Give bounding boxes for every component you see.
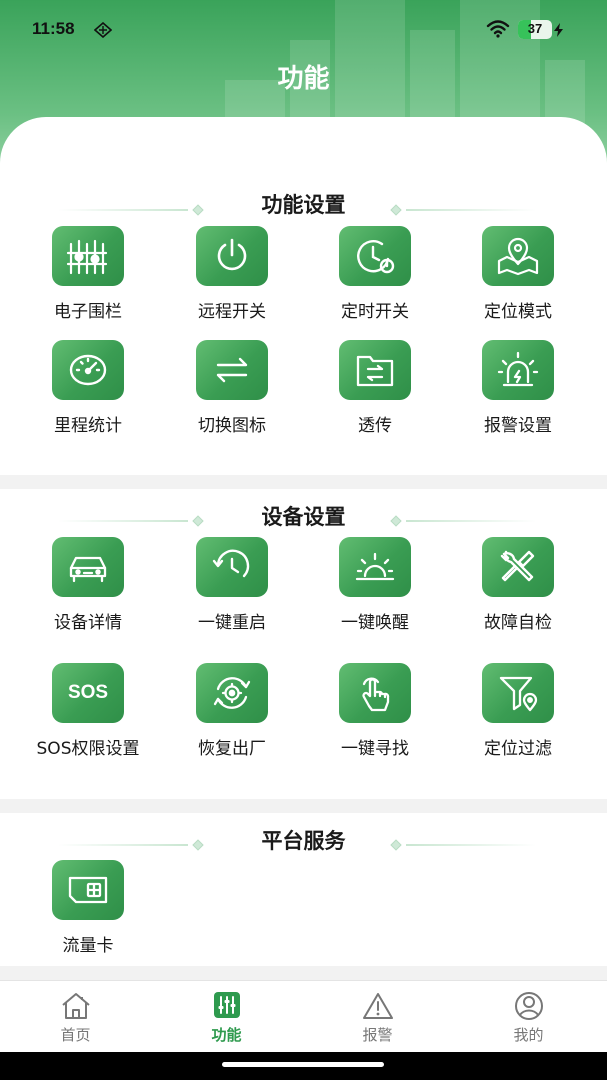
item-label: 电子围栏 [54, 302, 122, 322]
item-mileage-statistics[interactable]: 里程统计 [18, 340, 158, 450]
restart-clock-icon [196, 537, 268, 597]
item-label: 一键寻找 [341, 739, 409, 759]
status-time: 11:58 [32, 19, 75, 38]
filter-location-icon [482, 663, 554, 723]
power-icon [196, 226, 268, 286]
item-timer-switch[interactable]: 定时开关 [305, 226, 445, 336]
timer-power-icon [339, 226, 411, 286]
sos-text: SOS [67, 682, 109, 703]
item-label: 恢复出厂 [198, 739, 266, 759]
item-switch-icon[interactable]: 切换图标 [162, 340, 302, 450]
page-title: 功能 [277, 64, 330, 94]
home-indicator[interactable] [222, 1062, 384, 1067]
item-label: 定位模式 [484, 302, 552, 322]
tab-label: 首页 [60, 1026, 91, 1044]
item-label: 报警设置 [484, 416, 552, 436]
section-function-settings: 功能设置 电子围栏 远程开关 定时开关 定位模式 里程统计 切换图标 透传 报警… [0, 117, 607, 475]
item-label: 定位过滤 [484, 739, 552, 759]
folder-transfer-icon [339, 340, 411, 400]
profile-icon [515, 992, 543, 1020]
factory-reset-gear-icon [196, 663, 268, 723]
item-sos-permission[interactable]: SOS SOS权限设置 [18, 663, 158, 773]
item-one-key-restart[interactable]: 一键重启 [162, 537, 302, 647]
section-platform-service: 平台服务 流量卡 [0, 813, 607, 966]
finger-tap-icon [339, 663, 411, 723]
item-factory-reset[interactable]: 恢复出厂 [162, 663, 302, 773]
item-label: SOS权限设置 [36, 739, 140, 759]
item-label: 设备详情 [54, 613, 122, 633]
item-positioning-mode[interactable]: 定位模式 [448, 226, 588, 336]
location-grid-icon [94, 22, 112, 38]
speedometer-icon [52, 340, 124, 400]
sim-card-icon [52, 860, 124, 920]
car-icon [52, 537, 124, 597]
status-bar: 11:58 37 [0, 0, 607, 60]
divider-ornament-right [390, 839, 540, 851]
item-alarm-settings[interactable]: 报警设置 [448, 340, 588, 450]
function-sliders-icon [214, 992, 240, 1018]
sos-icon: SOS [52, 663, 124, 723]
home-indicator-area [0, 1052, 607, 1080]
wifi-icon [486, 20, 510, 38]
item-device-details[interactable]: 设备详情 [18, 537, 158, 647]
item-one-key-find[interactable]: 一键寻找 [305, 663, 445, 773]
item-passthrough[interactable]: 透传 [305, 340, 445, 450]
section-device-settings: 设备设置 设备详情 一键重启 一键唤醒 故障自检 SOS SOS权限设置 恢复出… [0, 489, 607, 799]
tab-label: 功能 [211, 1026, 242, 1044]
charging-bolt-icon [554, 23, 563, 37]
item-fault-self-check[interactable]: 故障自检 [448, 537, 588, 647]
item-label: 一键重启 [198, 613, 266, 633]
item-label: 定时开关 [341, 302, 409, 322]
sunrise-icon [339, 537, 411, 597]
item-label: 一键唤醒 [341, 613, 409, 633]
tab-label: 报警 [362, 1026, 393, 1044]
battery-level: 37 [527, 21, 543, 36]
battery-indicator: 37 [518, 20, 552, 39]
map-pin-icon [482, 226, 554, 286]
fence-icon [52, 226, 124, 286]
item-data-card[interactable]: 流量卡 [18, 860, 158, 970]
item-label: 切换图标 [198, 416, 266, 436]
tab-label: 我的 [513, 1026, 544, 1044]
item-one-key-wakeup[interactable]: 一键唤醒 [305, 537, 445, 647]
item-label: 故障自检 [484, 613, 552, 633]
tab-alarm[interactable]: 报警 [302, 981, 453, 1053]
divider-ornament-right [390, 204, 540, 216]
tools-icon [482, 537, 554, 597]
divider-ornament-right [390, 515, 540, 527]
item-electronic-fence[interactable]: 电子围栏 [18, 226, 158, 336]
alarm-light-icon [482, 340, 554, 400]
bottom-tab-bar: 首页 功能 报警 我的 [0, 980, 607, 1052]
home-icon [62, 993, 90, 1019]
tab-function[interactable]: 功能 [151, 981, 302, 1053]
item-label: 远程开关 [198, 302, 266, 322]
item-label: 透传 [358, 416, 392, 436]
item-remote-switch[interactable]: 远程开关 [162, 226, 302, 336]
tab-home[interactable]: 首页 [0, 981, 151, 1053]
switch-arrows-icon [196, 340, 268, 400]
warning-icon [363, 993, 393, 1019]
tab-profile[interactable]: 我的 [453, 981, 604, 1053]
item-location-filter[interactable]: 定位过滤 [448, 663, 588, 773]
item-label: 流量卡 [62, 936, 114, 956]
item-label: 里程统计 [54, 416, 122, 436]
